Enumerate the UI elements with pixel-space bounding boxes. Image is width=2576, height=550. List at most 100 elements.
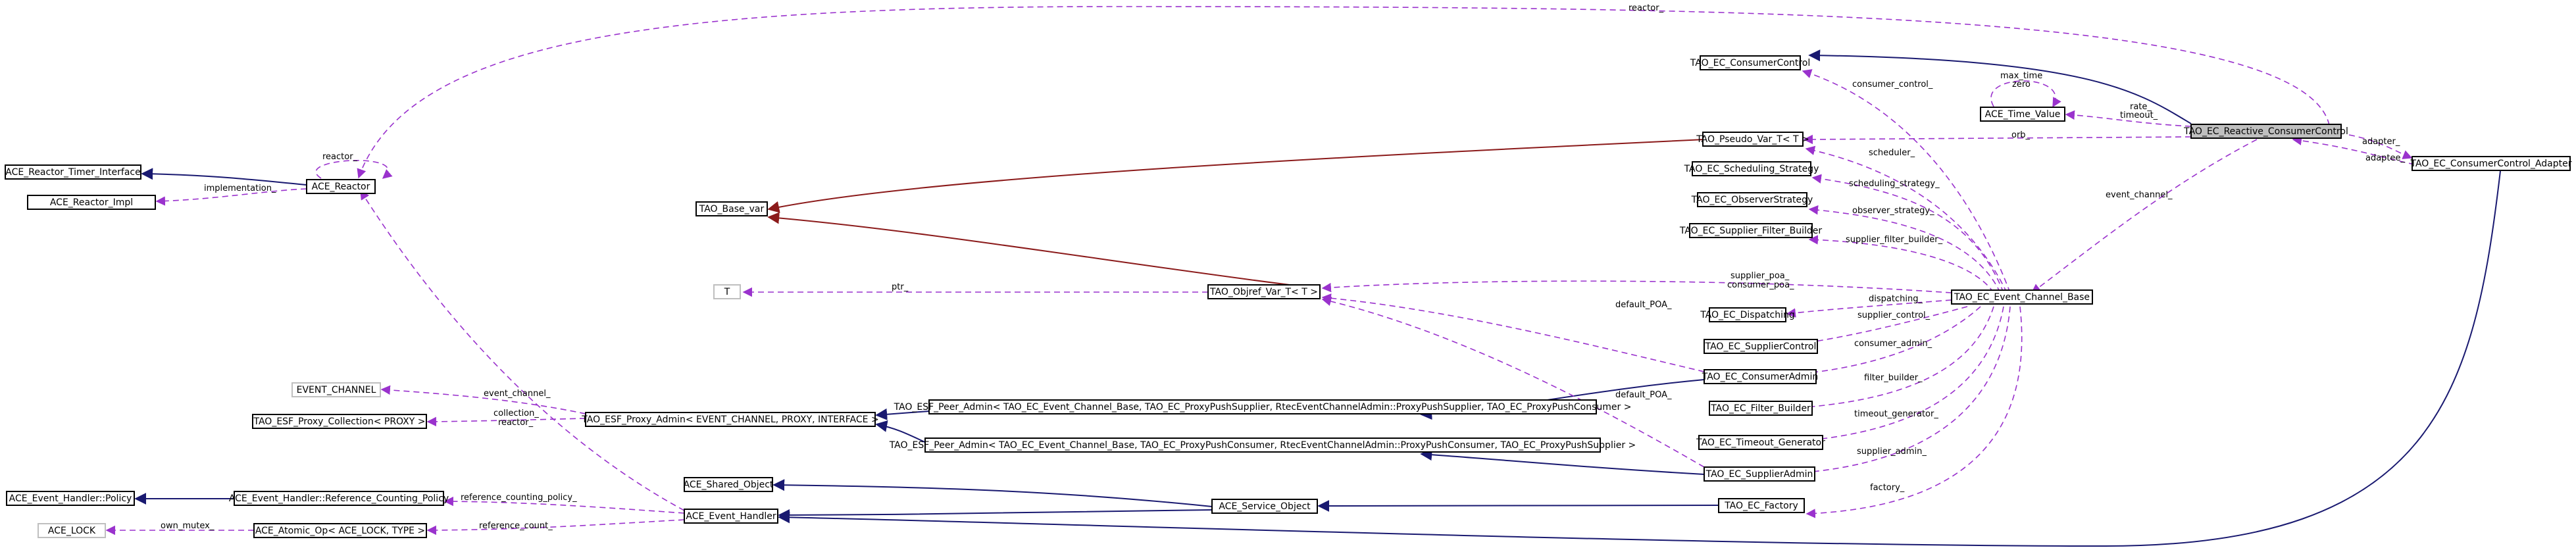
collaboration-diagram: reactor_ reactor_ implementation_ consum…	[5, 3, 2572, 547]
label-timeout: timeout_	[2120, 111, 2158, 120]
node-event-channel-base[interactable]: TAO_EC_Event_Channel_Base	[1951, 289, 2093, 305]
node-supplier-admin[interactable]: TAO_EC_SupplierAdmin	[1704, 466, 1815, 482]
node-label: ACE_Reactor_Impl	[50, 197, 133, 208]
label-filter-builder: filter_builder_	[1864, 373, 1923, 383]
node-label: ACE_Service_Object	[1219, 501, 1311, 512]
label-implementation: implementation_	[204, 184, 276, 193]
node-consumer-admin[interactable]: TAO_EC_ConsumerAdmin	[1702, 369, 1818, 384]
node-label: TAO_ESF_Peer_Admin< TAO_EC_Event_Channel…	[894, 402, 1632, 413]
label-default-poa-1: default_POA_	[1615, 300, 1672, 310]
label-orb: orb_	[2011, 130, 2031, 140]
node-label: ACE_LOCK	[48, 526, 96, 536]
node-label: TAO_EC_Dispatching	[1700, 310, 1795, 320]
label-reference-counting-policy: reference_counting_policy_	[461, 493, 577, 503]
edge-service-object-to-event-handler	[778, 509, 1213, 521]
edge-reference-count	[426, 519, 685, 536]
node-t[interactable]: T	[713, 284, 741, 299]
node-objref-var[interactable]: TAO_Objref_Var_T< T >	[1207, 284, 1321, 299]
edges	[105, 6, 2501, 547]
label-supplier-poa: supplier_poa_	[1730, 271, 1790, 281]
edge-adapter-to-event-handler	[778, 170, 2501, 547]
node-label: ACE_Event_Handler::Policy	[9, 493, 132, 504]
edge-reactor-self	[315, 160, 393, 179]
label-observer-strategy: observer_strategy_	[1852, 206, 1934, 216]
node-label: TAO_EC_ConsumerControl	[1690, 58, 1810, 68]
node-label: TAO_Base_var	[699, 204, 765, 214]
node-shared-object[interactable]: ACE_Shared_Object	[684, 477, 774, 492]
node-reference-counting-policy[interactable]: ACE_Event_Handler::Reference_Counting_Po…	[229, 491, 449, 506]
nodes: TAO_EC_Reactive_ConsumerControl TAO_EC_C…	[5, 55, 2572, 538]
node-service-object[interactable]: ACE_Service_Object	[1211, 499, 1318, 514]
node-label: TAO_EC_Factory	[1724, 501, 1798, 511]
node-label: TAO_EC_Scheduling_Strategy	[1684, 164, 1819, 174]
label-reactor-top: reactor_	[1629, 3, 1664, 13]
node-proxy-collection[interactable]: TAO_ESF_Proxy_Collection< PROXY >	[252, 414, 427, 429]
node-scheduling-strategy[interactable]: TAO_EC_Scheduling_Strategy	[1684, 161, 1819, 176]
edge-objref-var-to-base-var	[767, 212, 1290, 286]
node-base-var[interactable]: TAO_Base_var	[695, 201, 768, 216]
label-own-mutex: own_mutex_	[161, 521, 215, 531]
node-label: TAO_EC_SupplierControl	[1705, 341, 1817, 352]
label-factory: factory_	[1870, 483, 1905, 493]
label-event-channel: event_channel_	[2106, 190, 2173, 200]
edge-reference-counting-policy	[443, 496, 685, 514]
node-label: TAO_EC_Timeout_Generator	[1696, 438, 1825, 448]
node-event-handler-policy[interactable]: ACE_Event_Handler::Policy	[6, 491, 135, 506]
node-pseudo-var[interactable]: TAO_Pseudo_Var_T< T >	[1696, 132, 1809, 147]
node-timeout-generator[interactable]: TAO_EC_Timeout_Generator	[1696, 435, 1825, 450]
label-supplier-admin: supplier_admin_	[1857, 447, 1927, 457]
node-label: ACE_Shared_Object	[684, 480, 774, 490]
edge-supplier-filter-builder	[1808, 235, 1994, 293]
node-label: TAO_EC_Reactive_ConsumerControl	[2183, 126, 2348, 137]
edge-reactor-top-loop	[357, 6, 2330, 179]
label-scheduler: scheduler_	[1869, 148, 1915, 158]
edge-factory-to-service-object	[1317, 499, 1719, 512]
label-collection: collection_	[493, 409, 539, 418]
node-factory[interactable]: TAO_EC_Factory	[1718, 498, 1805, 513]
edge-orb	[1803, 134, 2192, 145]
node-supplier-filter-builder[interactable]: TAO_EC_Supplier_Filter_Builder	[1679, 223, 1823, 238]
edge-service-object-to-shared-object	[772, 479, 1213, 507]
node-dispatching[interactable]: TAO_EC_Dispatching	[1700, 307, 1795, 322]
edge-pseudo-var-to-base-var	[767, 139, 1705, 213]
node-label: ACE_Atomic_Op< ACE_LOCK, TYPE >	[255, 526, 425, 536]
label-zero: zero	[2012, 80, 2031, 89]
node-peer-admin-supplier[interactable]: TAO_ESF_Peer_Admin< TAO_EC_Event_Channel…	[894, 399, 1632, 414]
label-dispatching: dispatching_	[1869, 294, 1923, 304]
node-label: TAO_EC_Supplier_Filter_Builder	[1679, 226, 1823, 236]
label-reactor-self: reactor_	[322, 152, 358, 162]
node-ace-lock[interactable]: ACE_LOCK	[38, 523, 106, 538]
label-timeout-generator: timeout_generator_	[1854, 409, 1938, 419]
label-reactor-small: reactor_	[498, 418, 534, 428]
node-event-handler[interactable]: ACE_Event_Handler	[684, 509, 778, 524]
node-label: ACE_Time_Value	[1985, 109, 2061, 120]
label-supplier-control: supplier_control_	[1857, 311, 1931, 320]
node-reactor[interactable]: ACE_Reactor	[306, 179, 376, 194]
node-label: TAO_EC_Filter_Builder	[1710, 403, 1811, 414]
node-reactor-timer-interface[interactable]: ACE_Reactor_Timer_Interface	[5, 164, 141, 180]
node-label: TAO_EC_SupplierAdmin	[1705, 469, 1813, 480]
label-adaptee: adaptee_	[2365, 153, 2406, 163]
node-consumer-control-adapter[interactable]: TAO_EC_ConsumerControl_Adapter	[2410, 156, 2572, 171]
node-observer-strategy[interactable]: TAO_EC_ObserverStrategy	[1691, 192, 1813, 207]
node-event-channel-tmpl[interactable]: EVENT_CHANNEL	[291, 382, 381, 397]
label-reference-count: reference_count_	[479, 521, 553, 531]
node-reactive-consumer-control[interactable]: TAO_EC_Reactive_ConsumerControl	[2183, 124, 2348, 139]
node-label: TAO_Pseudo_Var_T< T >	[1696, 134, 1809, 145]
edge-supplier-admin-to-peer-admin	[1420, 449, 1705, 475]
edge-reactor-small	[360, 189, 685, 511]
edge-filter-builder	[1786, 306, 1994, 413]
node-atomic-op[interactable]: ACE_Atomic_Op< ACE_LOCK, TYPE >	[253, 523, 427, 538]
node-peer-admin-consumer[interactable]: TAO_ESF_Peer_Admin< TAO_EC_Event_Channel…	[889, 438, 1636, 453]
node-label: TAO_EC_ConsumerAdmin	[1702, 372, 1818, 382]
node-label: T	[724, 287, 730, 297]
node-filter-builder[interactable]: TAO_EC_Filter_Builder	[1709, 401, 1813, 416]
node-reactor-impl[interactable]: ACE_Reactor_Impl	[27, 195, 156, 210]
node-consumer-control[interactable]: TAO_EC_ConsumerControl	[1690, 55, 1810, 70]
node-proxy-admin[interactable]: TAO_ESF_Proxy_Admin< EVENT_CHANNEL, PROX…	[581, 412, 879, 427]
node-label: TAO_ESF_Proxy_Collection< PROXY >	[253, 416, 426, 427]
node-time-value[interactable]: ACE_Time_Value	[1980, 107, 2065, 122]
node-label: TAO_EC_ConsumerControl_Adapter	[2410, 159, 2572, 169]
node-supplier-control[interactable]: TAO_EC_SupplierControl	[1704, 339, 1818, 354]
label-scheduling-strategy: scheduling_strategy_	[1849, 179, 1940, 189]
